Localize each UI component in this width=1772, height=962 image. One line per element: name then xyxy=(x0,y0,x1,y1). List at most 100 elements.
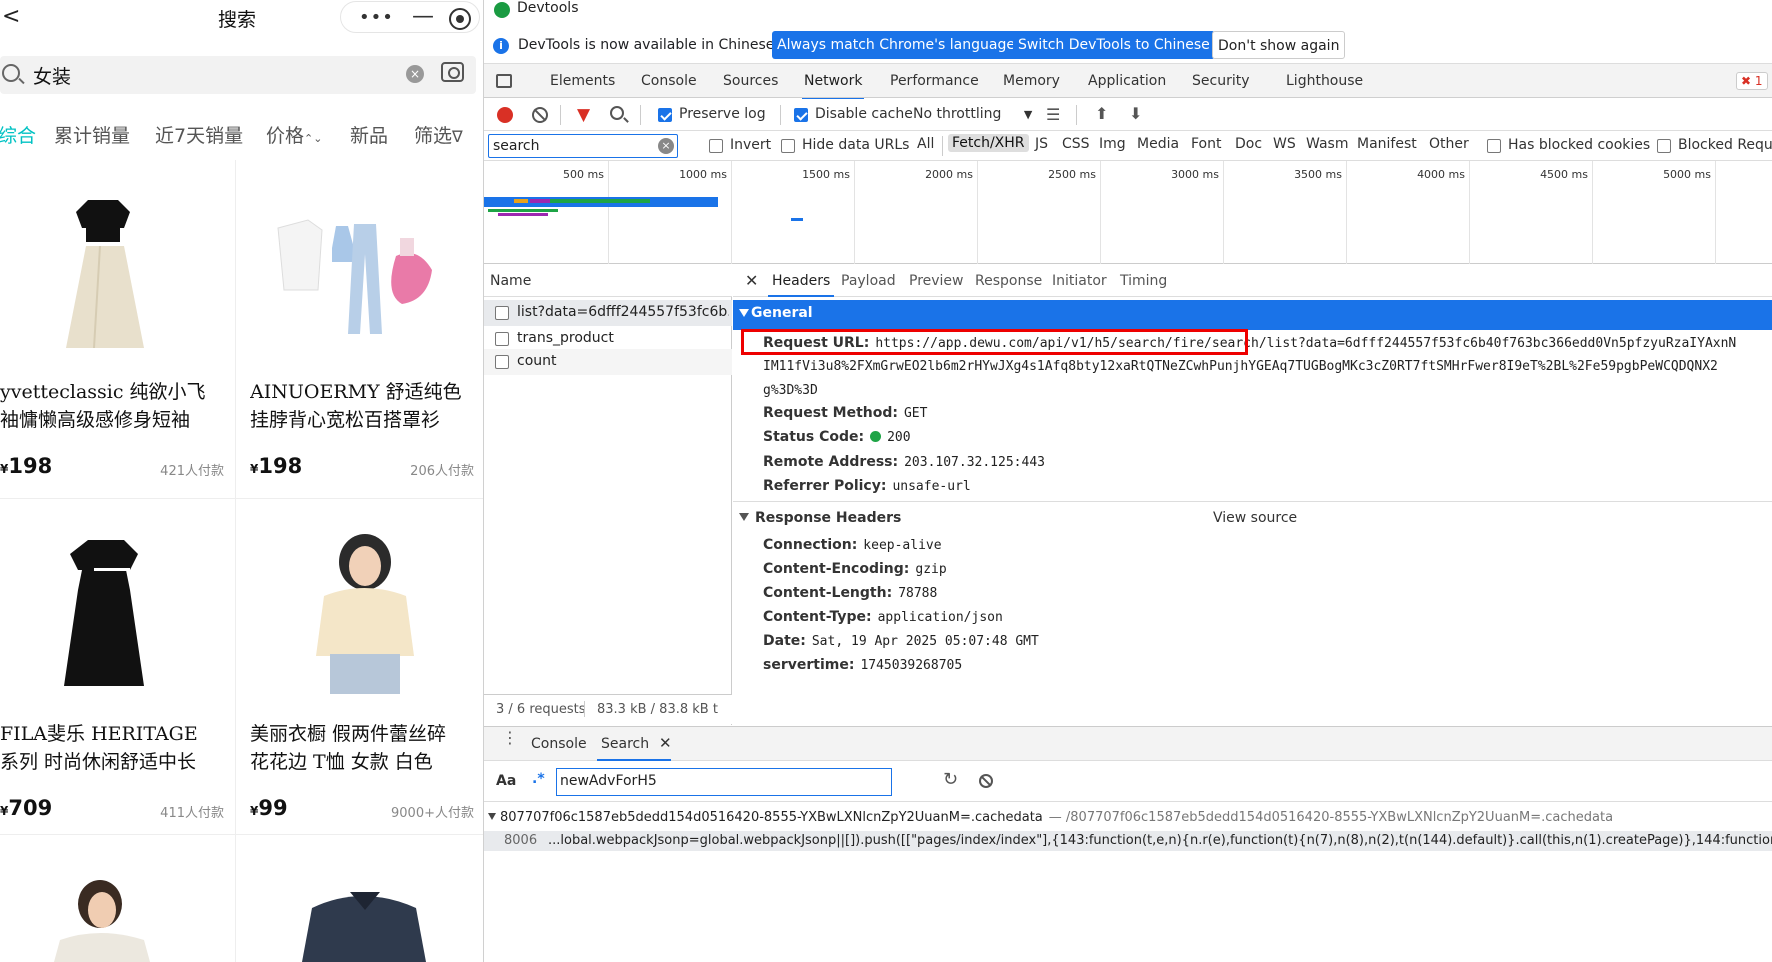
type-font[interactable]: Font xyxy=(1191,136,1221,152)
clear-button[interactable] xyxy=(532,107,548,123)
timeline-gridline xyxy=(608,161,609,264)
type-img[interactable]: Img xyxy=(1099,136,1126,152)
switch-chinese-button[interactable]: Switch DevTools to Chinese xyxy=(1013,31,1215,59)
match-language-button[interactable]: Always match Chrome's language xyxy=(772,31,1020,59)
general-section-header[interactable]: General xyxy=(733,300,1772,330)
tab-timing[interactable]: Timing xyxy=(1120,273,1167,289)
record-button[interactable] xyxy=(497,107,513,123)
request-checkbox[interactable] xyxy=(495,355,509,369)
invert-checkbox[interactable] xyxy=(709,139,723,153)
import-har-icon[interactable]: ⬆ xyxy=(1095,104,1108,123)
type-manifest[interactable]: Manifest xyxy=(1357,136,1417,152)
filter-icon: ∇ xyxy=(452,127,463,146)
type-fetch-xhr[interactable]: Fetch/XHR xyxy=(948,134,1029,152)
type-other[interactable]: Other xyxy=(1429,136,1469,152)
product-price: ¥198 xyxy=(0,454,52,478)
close-search-tab-icon[interactable]: ✕ xyxy=(659,734,672,752)
network-overview-timeline[interactable]: 500 ms 1000 ms 1500 ms 2000 ms 2500 ms 3… xyxy=(484,161,1772,264)
request-checkbox[interactable] xyxy=(495,332,509,346)
request-url-query[interactable]: ?data=6dfff244557f53fc6b40f763bc366edd0V… xyxy=(1298,336,1736,351)
tab-console[interactable]: Console xyxy=(641,73,697,89)
close-icon[interactable]: ✕ xyxy=(745,271,758,290)
filter-icon[interactable]: ▼ xyxy=(577,105,590,125)
more-button[interactable]: ••• xyxy=(359,7,394,28)
product-card[interactable]: yvetteclassic 纯欲小飞 袖慵懒高级感修身短袖 ¥198 421人付款 xyxy=(0,190,228,520)
type-css[interactable]: CSS xyxy=(1062,136,1090,152)
response-headers-header[interactable]: Response Headers xyxy=(739,510,901,526)
tab-payload[interactable]: Payload xyxy=(841,273,896,289)
drawer-menu-icon[interactable]: ⋮ xyxy=(502,730,518,746)
type-wasm[interactable]: Wasm xyxy=(1306,136,1348,152)
request-row[interactable]: list?data=6dfff244557f53fc6b... xyxy=(484,300,732,326)
sort-bar: 综合 累计销量 近7天销量 价格⌃⌄ 新品 筛选∇ xyxy=(0,121,483,151)
type-media[interactable]: Media xyxy=(1137,136,1179,152)
view-source-link[interactable]: View source xyxy=(1213,510,1297,526)
tab-performance[interactable]: Performance xyxy=(890,73,979,89)
search-bar[interactable]: 女装 × xyxy=(0,56,476,94)
sort-7day-sales[interactable]: 近7天销量 xyxy=(155,121,243,148)
blocked-requests-checkbox[interactable] xyxy=(1657,139,1671,153)
tab-application[interactable]: Application xyxy=(1088,73,1166,89)
disable-cache-checkbox[interactable] xyxy=(794,108,808,122)
product-image xyxy=(66,200,144,349)
error-count-badge[interactable]: ✖ 1 xyxy=(1736,72,1768,90)
product-card[interactable]: FILA斐乐 HERITAGE 系列 时尚休闲舒适中长 ¥709 411人付款 xyxy=(0,532,228,862)
method-value: GET xyxy=(903,406,928,421)
sort-new[interactable]: 新品 xyxy=(350,121,388,148)
response-header-row: servertime: 1745039268705 xyxy=(763,657,962,673)
tab-preview[interactable]: Preview xyxy=(909,273,964,289)
tab-sources[interactable]: Sources xyxy=(723,73,778,89)
sort-comprehensive[interactable]: 综合 xyxy=(0,121,36,148)
tab-headers[interactable]: Headers xyxy=(767,273,835,297)
request-row[interactable]: count xyxy=(484,349,732,375)
waterfall-bar xyxy=(488,209,558,212)
clear-icon[interactable]: × xyxy=(406,65,424,83)
refresh-icon[interactable]: ↻ xyxy=(943,769,958,790)
inspect-element-icon[interactable] xyxy=(496,74,512,88)
export-har-icon[interactable]: ⬇ xyxy=(1129,104,1142,123)
timeline-gridline xyxy=(1715,161,1716,264)
sort-price[interactable]: 价格⌃⌄ xyxy=(266,121,322,148)
dont-show-again-button[interactable]: Don't show again xyxy=(1212,31,1346,59)
filter-button[interactable]: 筛选∇ xyxy=(414,121,463,148)
tab-elements[interactable]: Elements xyxy=(550,73,615,89)
tab-response[interactable]: Response xyxy=(975,273,1042,289)
drawer-tab-console[interactable]: Console xyxy=(531,736,587,752)
tab-security[interactable]: Security xyxy=(1192,73,1250,89)
drawer-tab-search[interactable]: Search xyxy=(596,736,672,761)
clear-filter-icon[interactable]: × xyxy=(658,138,674,154)
hide-data-urls-checkbox[interactable] xyxy=(781,139,795,153)
minimize-button[interactable]: — xyxy=(405,4,441,29)
tab-lighthouse[interactable]: Lighthouse xyxy=(1286,73,1363,89)
tab-memory[interactable]: Memory xyxy=(1003,73,1060,89)
sort-total-sales[interactable]: 累计销量 xyxy=(54,121,130,148)
product-card[interactable]: AINUOERMY 舒适纯色 挂脖背心宽松百搭罩衫 ¥198 206人付款 xyxy=(250,190,478,520)
search-query-input[interactable]: newAdvForH5 xyxy=(556,768,892,796)
search-toolbar: Aa .* newAdvForH5 ↻ xyxy=(484,762,1772,802)
filter-input[interactable]: search × xyxy=(488,134,678,158)
search-input[interactable]: 女装 xyxy=(33,62,71,89)
product-card[interactable]: 美丽衣橱 假两件蕾丝碎 花花边 T恤 女款 白色 ¥99 9000+人付款 xyxy=(250,532,478,862)
chevron-down-icon: ▼ xyxy=(1023,108,1033,121)
tab-network[interactable]: Network xyxy=(801,73,865,100)
preserve-log-checkbox[interactable] xyxy=(658,108,672,122)
close-miniprogram-icon[interactable] xyxy=(449,8,471,30)
throttling-select[interactable]: No throttling ▼ xyxy=(913,106,1032,122)
network-conditions-icon[interactable]: ☰ xyxy=(1046,105,1060,124)
blocked-cookies-checkbox[interactable] xyxy=(1487,139,1501,153)
tab-initiator[interactable]: Initiator xyxy=(1052,273,1107,289)
request-checkbox[interactable] xyxy=(495,306,509,320)
search-result-file[interactable]: 807707f06c1587eb5dedd154d0516420-8555-YX… xyxy=(488,810,1613,825)
request-list-header[interactable]: Name xyxy=(484,265,732,297)
regex-toggle[interactable]: .* xyxy=(532,771,545,787)
search-result-line[interactable]: 8006 ...lobal.webpackJsonp=global.webpac… xyxy=(484,831,1772,851)
type-js[interactable]: JS xyxy=(1035,136,1048,152)
match-case-toggle[interactable]: Aa xyxy=(496,773,516,789)
clear-search-icon[interactable] xyxy=(979,774,993,788)
search-icon[interactable] xyxy=(610,106,624,120)
collapse-triangle-icon xyxy=(739,309,749,317)
type-ws[interactable]: WS xyxy=(1273,136,1296,152)
camera-icon[interactable] xyxy=(441,62,464,82)
type-doc[interactable]: Doc xyxy=(1235,136,1262,152)
type-all[interactable]: All xyxy=(917,136,934,152)
